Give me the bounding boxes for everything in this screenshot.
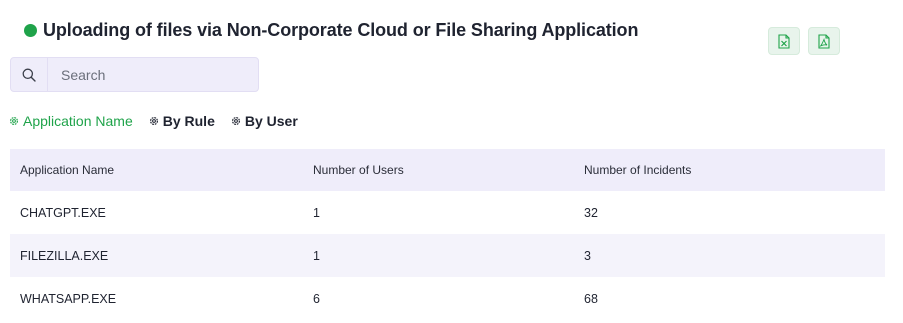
- tab-label: By Rule: [162, 113, 215, 129]
- cell-number-of-users: 1: [313, 205, 320, 220]
- incidents-table: Application Name Number of Users Number …: [10, 149, 885, 320]
- search-input[interactable]: [48, 65, 253, 84]
- status-dot: [24, 24, 37, 37]
- table-header-row: Application Name Number of Users Number …: [10, 149, 885, 191]
- column-header-application-name[interactable]: Application Name: [10, 149, 303, 191]
- tab-by-user[interactable]: By User: [230, 113, 298, 129]
- page-title: Uploading of files via Non-Corporate Clo…: [43, 20, 639, 40]
- tab-application-name[interactable]: Application Name: [8, 113, 133, 129]
- gear-icon: [231, 116, 240, 126]
- cell-number-of-incidents: 32: [584, 205, 598, 220]
- cell-application-name: WHATSAPP.EXE: [20, 291, 117, 306]
- column-header-number-of-incidents[interactable]: Number of Incidents: [574, 149, 885, 191]
- tab-label: Application Name: [23, 113, 133, 129]
- table-row[interactable]: CHATGPT.EXE 1 32: [10, 191, 885, 234]
- search-box: [10, 57, 259, 92]
- gear-icon: [149, 116, 158, 126]
- cell-application-name: FILEZILLA.EXE: [10, 234, 303, 277]
- tab-label: By User: [244, 113, 298, 129]
- search-icon: [22, 68, 36, 82]
- column-header-number-of-users[interactable]: Number of Users: [303, 149, 574, 191]
- table-row[interactable]: FILEZILLA.EXE 1 3: [10, 234, 885, 277]
- tab-by-rule[interactable]: By Rule: [148, 113, 215, 129]
- cell-number-of-incidents: 3: [574, 234, 885, 277]
- export-pdf-button[interactable]: [808, 27, 840, 55]
- tab-bar: Application Name By Rule By User: [8, 113, 313, 129]
- gear-icon: [9, 116, 19, 126]
- export-excel-button[interactable]: [768, 27, 800, 55]
- excel-file-icon: [778, 33, 790, 49]
- title-row: Uploading of files via Non-Corporate Clo…: [24, 20, 638, 41]
- cell-application-name: CHATGPT.EXE: [20, 205, 106, 220]
- cell-number-of-users: 6: [313, 291, 320, 306]
- cell-number-of-users: 1: [303, 234, 574, 277]
- cell-number-of-incidents: 68: [584, 291, 598, 306]
- pdf-file-icon: [818, 33, 830, 49]
- search-icon-wrap[interactable]: [11, 58, 48, 91]
- table-row[interactable]: WHATSAPP.EXE 6 68: [10, 277, 885, 320]
